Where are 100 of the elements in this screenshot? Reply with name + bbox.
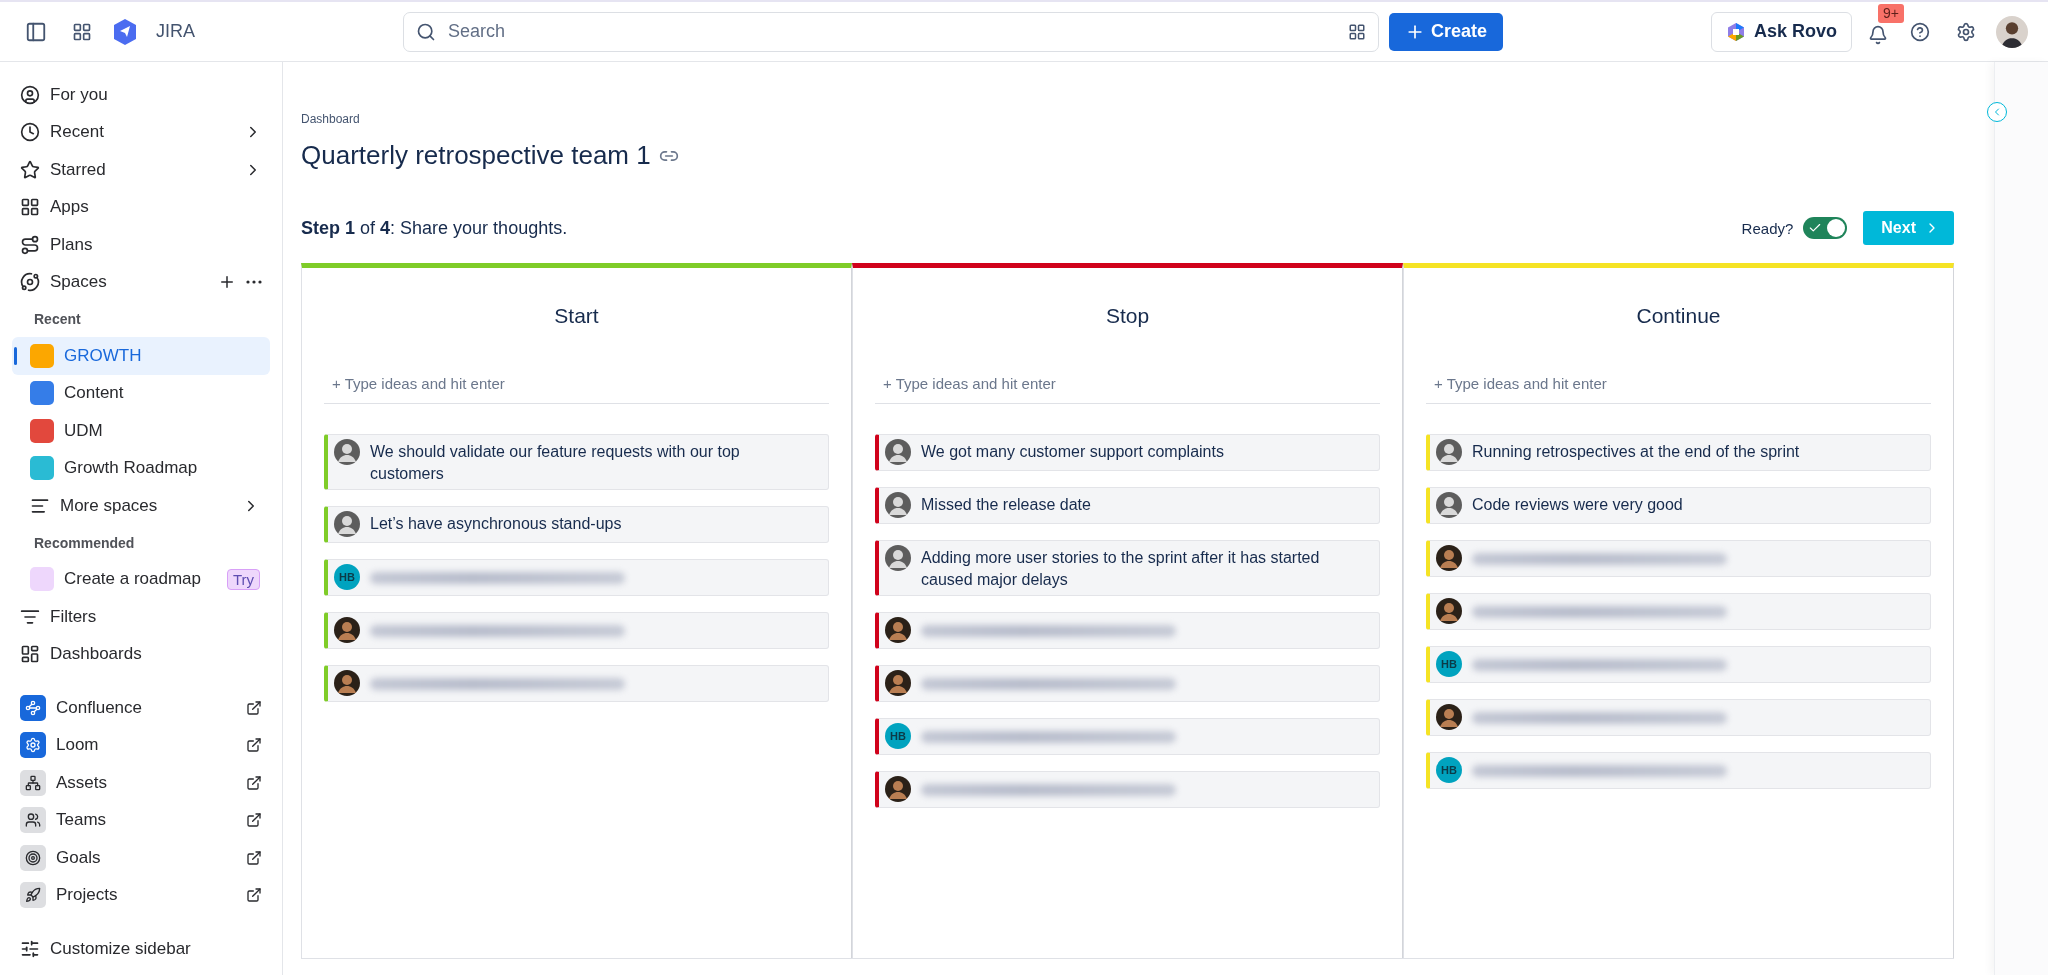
idea-card[interactable] [324, 612, 829, 649]
avatar [1436, 439, 1462, 465]
external-link-icon [246, 774, 262, 791]
avatar: HB [334, 564, 360, 590]
logo-icon [112, 17, 138, 46]
clock-icon [20, 122, 40, 143]
idea-text: Running retrospectives at the end of the sprint [1472, 442, 1800, 462]
section-heading: Recent [33, 310, 82, 329]
nav-item[interactable]: More spaces [12, 487, 270, 525]
avatar [885, 670, 911, 696]
external-link-icon [246, 887, 262, 904]
avatar [334, 617, 360, 643]
idea-card[interactable]: HB [1426, 752, 1931, 789]
user-icon [20, 84, 40, 105]
space-icon [30, 343, 54, 368]
avatar [1436, 598, 1462, 624]
breadcrumb[interactable]: Dashboard [301, 112, 360, 126]
column-title: Continue [1635, 304, 1722, 328]
teams-icon [20, 807, 46, 834]
external-link-icon [246, 737, 262, 754]
nav-item[interactable]: Filters [12, 598, 270, 636]
avatar [885, 439, 911, 465]
ready-toggle[interactable] [1803, 217, 1848, 239]
nav-item[interactable]: Recent [12, 113, 270, 151]
app-link[interactable]: Projects [12, 876, 270, 914]
app-link[interactable]: Confluence [12, 689, 270, 727]
nav-item[interactable]: Customize sidebar [12, 930, 270, 968]
check-icon [1808, 221, 1823, 235]
planet-icon [20, 272, 40, 293]
ask-rovo-button[interactable]: Ask Rovo [1710, 11, 1852, 52]
avatar [885, 492, 911, 518]
idea-card[interactable] [1426, 699, 1931, 736]
idea-card[interactable]: Running retrospectives at the end of the sprint [1426, 434, 1931, 471]
grid-icon [72, 21, 92, 42]
avatar [1436, 545, 1462, 571]
profile-avatar[interactable] [1996, 15, 2028, 48]
idea-card[interactable]: Let’s have asynchronous stand-ups [324, 506, 829, 543]
star-icon [20, 159, 40, 180]
settings-icon [1956, 21, 1976, 42]
dashboard-icon [20, 644, 40, 665]
apps-icon [20, 197, 40, 218]
idea-text: Code reviews were very good [1472, 495, 1683, 515]
avatar [885, 545, 911, 571]
avatar [334, 511, 360, 537]
space-item[interactable]: UDM [12, 412, 270, 450]
avatar: HB [1436, 651, 1462, 677]
avatar [1436, 704, 1462, 730]
space-item[interactable]: Content [12, 374, 270, 412]
idea-card[interactable] [1426, 540, 1931, 577]
space-item[interactable]: GROWTH [12, 337, 270, 375]
nav-item[interactable]: Plans [12, 226, 270, 264]
avatar [1436, 492, 1462, 518]
app-link[interactable]: Loom [12, 726, 270, 764]
rovo-logo-icon [1725, 21, 1746, 42]
idea-card[interactable]: Code reviews were very good [1426, 487, 1931, 524]
idea-card[interactable]: HB [1426, 646, 1931, 683]
idea-text: Missed the release date [921, 495, 1091, 515]
idea-card[interactable] [875, 612, 1380, 649]
nav-item[interactable]: Create a roadmap Try [12, 560, 270, 598]
idea-card[interactable] [875, 665, 1380, 702]
search-field[interactable]: Search [403, 11, 1379, 52]
grid-icon [1348, 22, 1366, 41]
idea-card[interactable]: Adding more user stories to the sprint after it has started caused major delays [875, 540, 1380, 596]
section-heading: Recommended [33, 533, 136, 553]
nav-item[interactable]: Spaces [12, 263, 270, 301]
idea-card[interactable] [1426, 593, 1931, 630]
step-text: Step 1 of 4: Share your thoughts. [301, 217, 569, 239]
external-link-icon [246, 849, 262, 866]
app-link[interactable]: Teams [12, 801, 270, 839]
idea-card[interactable] [875, 771, 1380, 808]
space-icon [30, 456, 54, 481]
avatar: HB [885, 723, 911, 749]
avatar [334, 670, 360, 696]
nav-item[interactable]: Starred [12, 151, 270, 189]
idea-card[interactable]: HB [875, 718, 1380, 755]
column-title: Start [553, 304, 600, 328]
bell-icon [1868, 24, 1888, 45]
try-badge: Try [226, 568, 260, 590]
create-button[interactable]: Create [1389, 12, 1504, 51]
idea-text: We should validate our feature requests with our top customers [370, 442, 741, 484]
space-icon [30, 381, 54, 406]
idea-card[interactable]: We got many customer support complaints [875, 434, 1380, 471]
idea-card[interactable]: Missed the release date [875, 487, 1380, 524]
nav-item[interactable]: For you [12, 76, 270, 114]
page-title: Quarterly retrospective team 1 [301, 140, 651, 171]
space-item[interactable]: Growth Roadmap [12, 449, 270, 487]
app-link[interactable]: Assets [12, 764, 270, 802]
idea-card[interactable]: HB [324, 559, 829, 596]
app-link[interactable]: Goals [12, 839, 270, 877]
external-link-icon [246, 812, 262, 829]
product-name: JIRA [156, 21, 195, 42]
column-title: Stop [1104, 304, 1151, 328]
nav-item[interactable]: Apps [12, 188, 270, 226]
search-icon [416, 21, 436, 42]
nav-item[interactable]: Dashboards [12, 635, 270, 673]
idea-card[interactable] [324, 665, 829, 702]
idea-card[interactable]: We should validate our feature requests with our top customers [324, 434, 829, 490]
rocket-icon [20, 882, 46, 909]
ready-label: Ready? [1741, 219, 1794, 237]
space-icon [30, 418, 54, 443]
